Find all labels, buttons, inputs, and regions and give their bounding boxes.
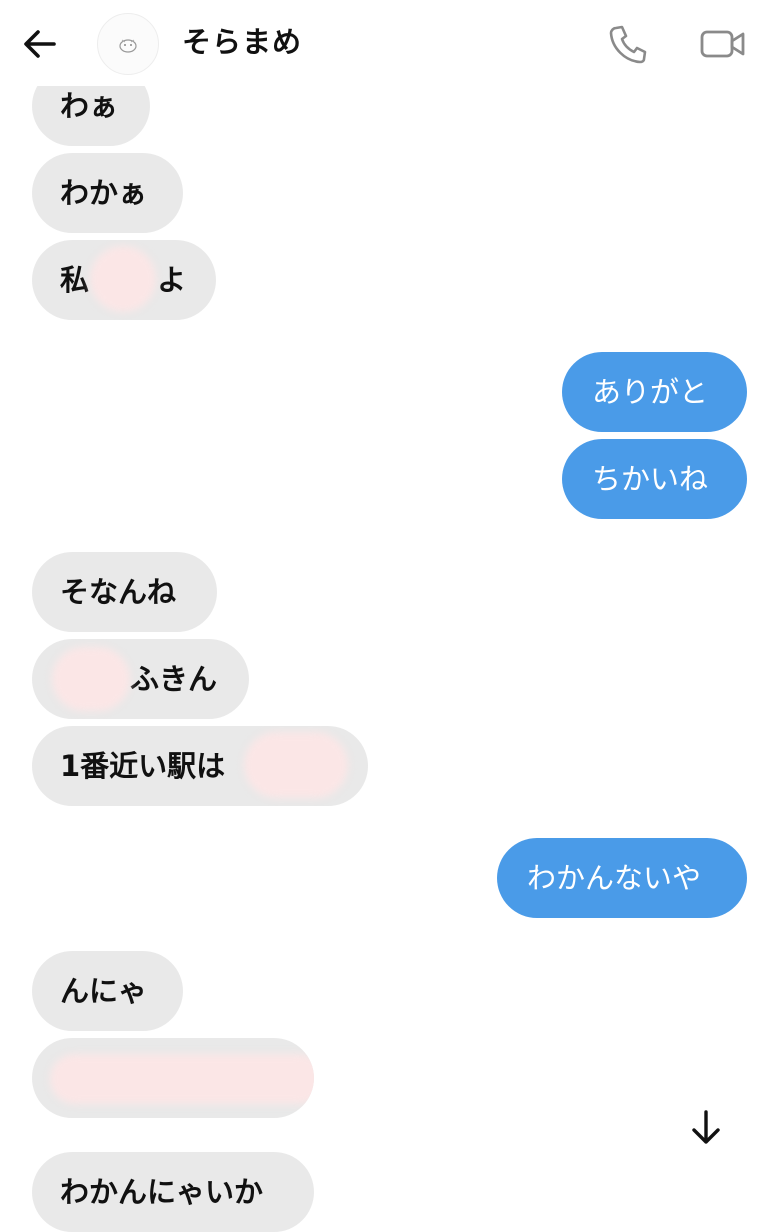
message-bubble-incoming[interactable]: ふきん (32, 639, 249, 719)
video-camera-icon (700, 30, 745, 58)
message-text: そなんね (60, 575, 177, 609)
message-text: わかんないや (527, 861, 702, 895)
message-text: わかぁ (60, 176, 148, 210)
message-bubble-incoming[interactable]: 1番近い駅は (32, 726, 368, 806)
message-bubble-incoming[interactable]: 私 よ (32, 240, 216, 320)
video-call-button[interactable] (698, 22, 748, 66)
message-text: ありがと (592, 375, 709, 409)
message-bubble-incoming[interactable]: んにゃ (32, 951, 183, 1031)
contact-avatar[interactable] (97, 13, 159, 75)
redaction-mark (52, 647, 130, 711)
message-text: んにゃ (60, 974, 148, 1008)
message-bubble-incoming[interactable]: わかんにゃいか (32, 1152, 314, 1232)
message-bubble-incoming[interactable]: わかぁ (32, 153, 183, 233)
contact-name: そらまめ (182, 25, 303, 59)
avatar-image-icon (119, 39, 137, 53)
scroll-to-bottom-button[interactable] (684, 1106, 728, 1150)
phone-icon (609, 25, 647, 64)
message-text: ちかいね (592, 462, 709, 496)
message-text: わかんにゃいか (60, 1175, 264, 1209)
redaction-mark (90, 246, 156, 312)
message-text: 1番近い駅は (60, 749, 226, 783)
chat-header: そらまめ (0, 0, 779, 86)
arrow-down-icon (692, 1110, 720, 1144)
message-bubble-outgoing[interactable]: ありがと (562, 352, 747, 432)
voice-call-button[interactable] (606, 22, 650, 66)
message-bubble-incoming[interactable] (32, 1038, 314, 1118)
message-text: ふきん (130, 662, 218, 696)
redaction-mark (50, 1054, 314, 1104)
message-bubble-incoming[interactable]: そなんね (32, 552, 217, 632)
back-button[interactable] (20, 24, 60, 64)
redaction-mark (244, 732, 348, 798)
message-bubble-outgoing[interactable]: ちかいね (562, 439, 747, 519)
message-text: わぁ (60, 89, 119, 123)
message-bubble-outgoing[interactable]: わかんないや (497, 838, 747, 918)
arrow-left-icon (24, 30, 56, 58)
